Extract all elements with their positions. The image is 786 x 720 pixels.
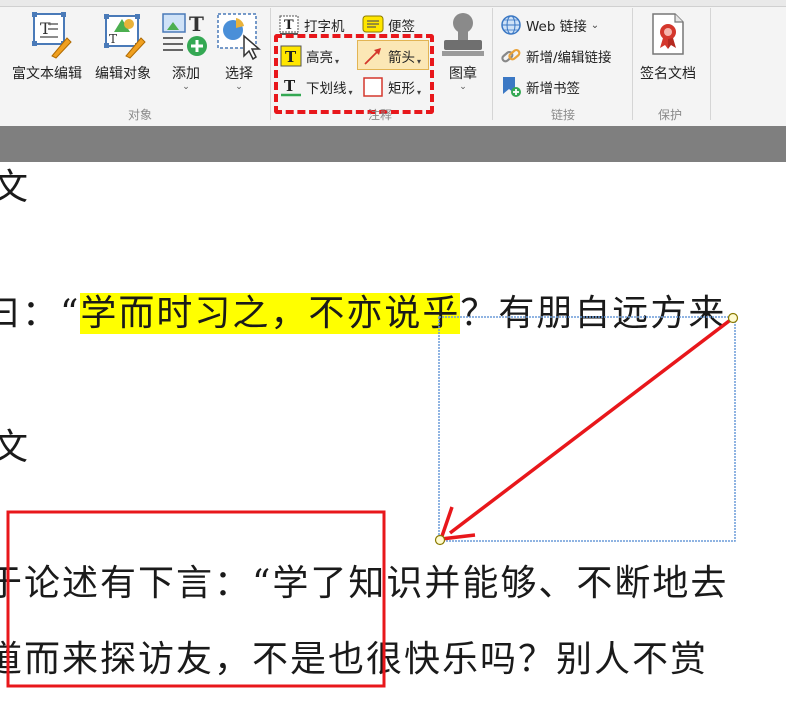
- arrow-annotation[interactable]: [434, 312, 739, 546]
- rectangle-annotation[interactable]: [6, 510, 386, 688]
- arrow-annotation-head: [438, 506, 476, 542]
- arrow-annotation-line: [448, 316, 735, 535]
- arrow-end-handle[interactable]: [434, 534, 446, 546]
- arrow-start-handle[interactable]: [727, 312, 739, 324]
- annotations-overlay: [6, 312, 739, 688]
